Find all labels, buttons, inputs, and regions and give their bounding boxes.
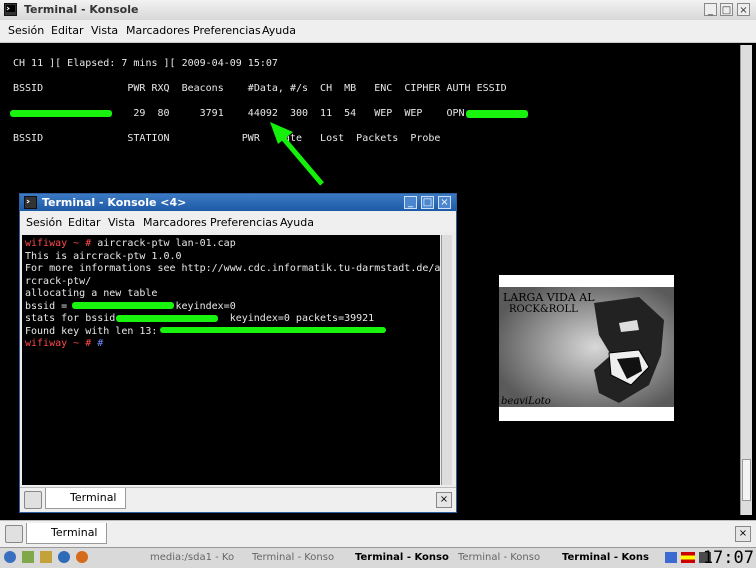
inner-menu-sesion[interactable]: Sesión — [26, 216, 62, 229]
redacted-key — [160, 327, 386, 333]
desktop-icon[interactable] — [22, 551, 34, 563]
tab-terminal[interactable]: Terminal — [26, 523, 107, 544]
inner-maximize-button[interactable]: □ — [421, 196, 434, 209]
term-line-5: allocating a new table — [25, 288, 158, 299]
inner-menu-ayuda[interactable]: Ayuda — [280, 216, 314, 229]
inner-minimize-button[interactable]: _ — [404, 196, 417, 209]
shell-prompt: wifiway ~ # — [25, 238, 92, 249]
main-tab-bar: Terminal × — [0, 520, 756, 547]
term-line-4: rcrack-ptw/ — [25, 275, 92, 287]
taskbar-item-terminal-3[interactable]: Terminal - Konso — [458, 552, 540, 563]
shell-prompt: wifiway ~ # — [25, 338, 92, 349]
term-line-9: wifiway ~ # # — [25, 338, 104, 349]
close-tab-button[interactable]: × — [735, 526, 751, 542]
kmenu-icon[interactable] — [4, 551, 16, 563]
firefox-icon[interactable] — [76, 551, 88, 563]
term-line-2: This is aircrack-ptw 1.0.0 — [25, 250, 182, 262]
home-icon[interactable] — [40, 551, 52, 563]
inner-terminal-output[interactable]: wifiway ~ # aircrack-ptw lan-01.cap This… — [22, 235, 446, 485]
close-tab-button[interactable]: × — [436, 492, 452, 508]
redacted-bssid — [116, 315, 218, 322]
inner-menu-bar: Sesión Editar Vista Marcadores Preferenc… — [20, 212, 456, 232]
clock[interactable]: 17:07 — [703, 548, 754, 568]
terminal-icon — [24, 196, 37, 209]
inner-menu-marcadores[interactable]: Marcadores — [143, 216, 207, 229]
taskbar-item-media[interactable]: media:/sda1 - Ko — [150, 552, 234, 563]
tray-icon[interactable] — [665, 552, 677, 563]
svg-text:ROCK&ROLL: ROCK&ROLL — [509, 304, 578, 315]
taskbar: media:/sda1 - Ko Terminal - Konso Termin… — [0, 547, 756, 568]
inner-konsole-window[interactable]: Terminal - Konsole <4> _ □ × Sesión Edit… — [19, 193, 457, 513]
inner-menu-preferencias[interactable]: Preferencias — [210, 216, 278, 229]
taskbar-item-terminal-1[interactable]: Terminal - Konso — [252, 552, 334, 563]
image-top-text: LARGA VIDA AL — [503, 291, 595, 304]
image-signature: beaviLoto — [501, 396, 551, 407]
term-line-1: wifiway ~ # aircrack-ptw lan-01.cap — [25, 238, 236, 249]
browser-icon[interactable] — [58, 551, 70, 563]
rock-roll-image: LARGA VIDA AL ROCK&ROLL beaviLoto — [499, 275, 674, 421]
term-line-3: For more informations see http://www.cdc… — [25, 263, 447, 274]
term-line-8: Found key with len 13: — [25, 325, 158, 337]
inner-tab-bar: Terminal × — [20, 487, 456, 512]
inner-menu-editar[interactable]: Editar — [68, 216, 101, 229]
inner-close-button[interactable]: × — [438, 196, 451, 209]
new-tab-button[interactable] — [5, 525, 23, 543]
new-tab-button[interactable] — [24, 491, 42, 509]
taskbar-item-terminal-2[interactable]: Terminal - Konso — [355, 552, 449, 563]
inner-titlebar[interactable]: Terminal - Konsole <4> _ □ × — [20, 194, 456, 211]
redacted-bssid — [72, 302, 174, 309]
keyboard-layout-flag-icon[interactable] — [681, 552, 695, 563]
inner-scrollbar[interactable] — [441, 235, 452, 485]
inner-window-title: Terminal - Konsole <4> — [42, 196, 187, 209]
taskbar-item-terminal-4[interactable]: Terminal - Kons — [562, 552, 649, 563]
inner-tab-terminal[interactable]: Terminal — [45, 488, 126, 509]
inner-menu-vista[interactable]: Vista — [108, 216, 135, 229]
